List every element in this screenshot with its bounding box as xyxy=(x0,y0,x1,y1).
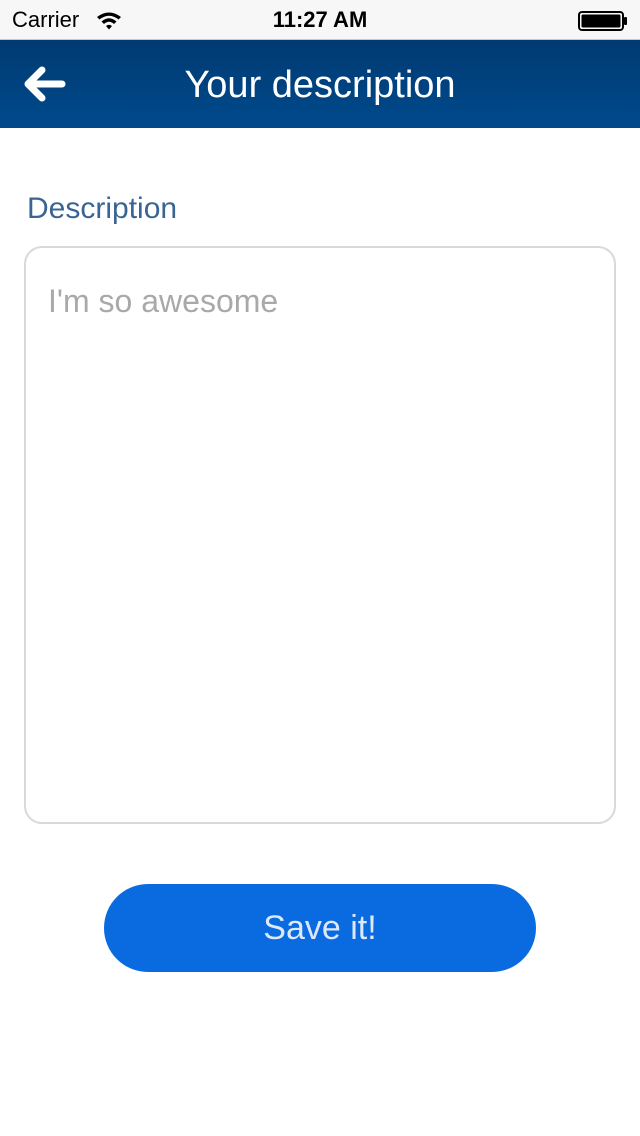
save-button[interactable]: Save it! xyxy=(104,884,536,972)
page-title: Your description xyxy=(184,64,456,106)
description-textarea[interactable] xyxy=(24,246,616,824)
status-time: 11:27 AM xyxy=(272,7,368,32)
status-bar: Carrier 11:27 AM xyxy=(0,0,640,40)
navigation-bar: Your description xyxy=(0,40,640,128)
description-label: Description xyxy=(27,192,178,225)
battery-full-icon xyxy=(578,11,627,31)
